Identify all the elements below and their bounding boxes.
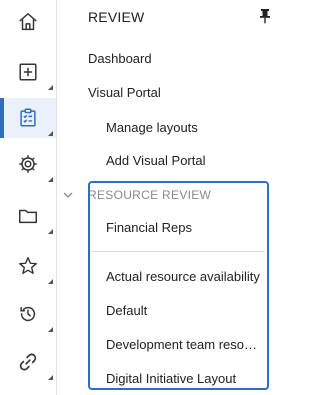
divider [92,251,265,252]
submenu-indicator [48,177,53,182]
dashboard-link[interactable]: Dashboard [88,51,152,66]
link-icon [19,353,37,371]
layout-item-actual-resource-availability[interactable]: Actual resource availability [106,269,264,284]
home-button[interactable] [0,2,56,42]
add-icon [19,63,37,81]
chevron-down-icon [63,192,73,198]
submenu-indicator [48,131,53,136]
history-icon [20,306,36,322]
submenu-indicator [48,375,53,380]
home-icon [19,13,37,31]
links-button[interactable] [0,342,56,382]
visual-portal-link[interactable]: Visual Portal [88,85,161,100]
recent-button[interactable] [0,294,56,334]
manage-layouts-link[interactable]: Manage layouts [106,120,198,135]
review-button[interactable] [0,98,56,138]
submenu-indicator [48,327,53,332]
favorites-button[interactable] [0,246,56,286]
star-icon [19,257,37,275]
layout-item-digital-initiative[interactable]: Digital Initiative Layout [106,371,264,386]
layout-item-default[interactable]: Default [106,303,264,318]
layout-item-development-team[interactable]: Development team resourc... [106,337,264,352]
icon-rail [0,0,57,395]
layout-item-financial-reps[interactable]: Financial Reps [106,220,264,235]
documents-button[interactable] [0,196,56,236]
panel-title: REVIEW [88,9,145,25]
layout-list [88,181,269,390]
submenu-indicator [48,85,53,90]
submenu-indicator [48,279,53,284]
review-icon [20,108,36,127]
folder-icon [19,209,37,224]
add-visual-portal-link[interactable]: Add Visual Portal [106,153,206,168]
pin-icon[interactable] [258,8,272,24]
create-button[interactable] [0,52,56,92]
settings-button[interactable] [0,144,56,184]
settings-icon [19,155,37,173]
submenu-indicator [48,229,53,234]
